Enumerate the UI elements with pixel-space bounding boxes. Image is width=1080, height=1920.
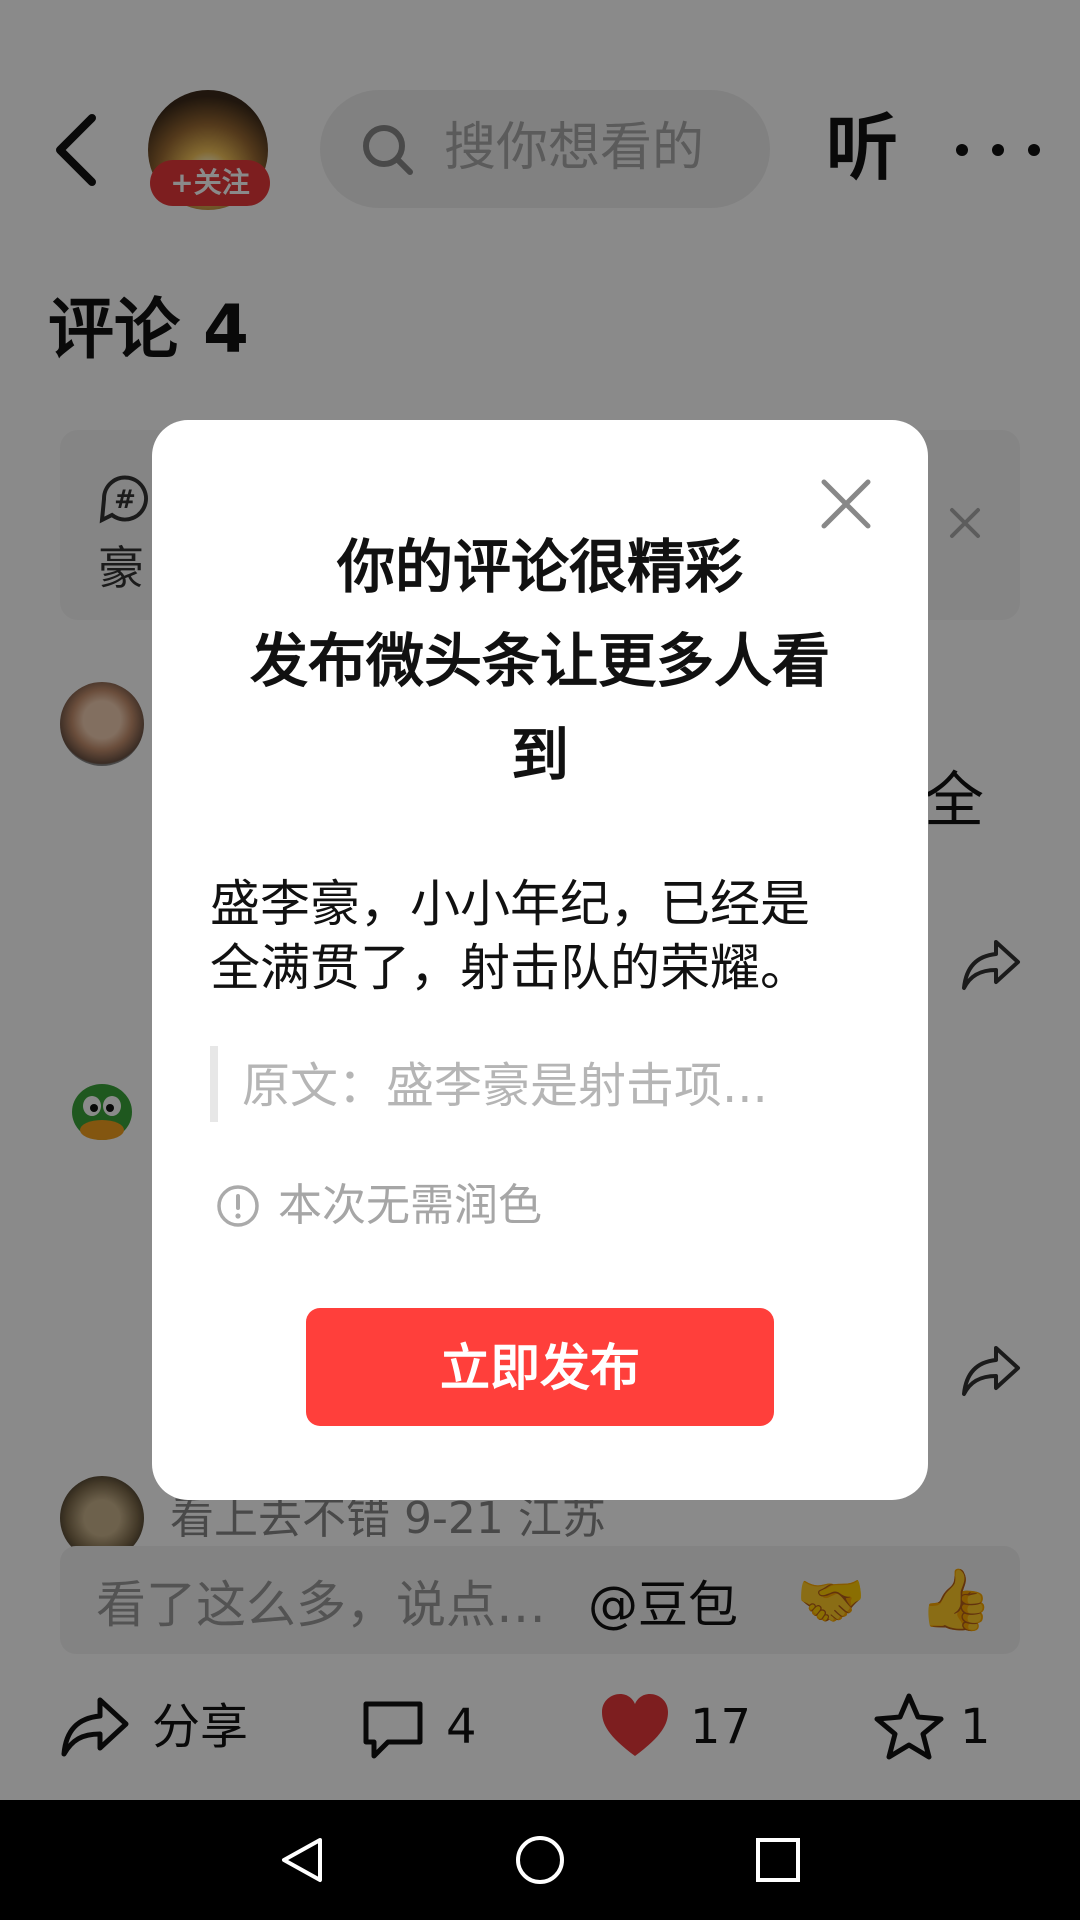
- modal-title: 你的评论很精彩 发布微头条让更多人看 到: [200, 520, 880, 802]
- quote-bar: [210, 1046, 218, 1122]
- modal-body-line2: 全满贯了，射击队的荣耀。: [210, 939, 810, 997]
- modal-title-line3: 到: [510, 721, 569, 789]
- modal-comment-text: 盛李豪，小小年纪，已经是 全满贯了，射击队的荣耀。: [210, 872, 870, 1000]
- modal-title-line2: 发布微头条让更多人看: [249, 627, 830, 695]
- nav-home-icon[interactable]: [514, 1834, 566, 1886]
- original-quote: 原文：盛李豪是射击项...: [242, 1058, 768, 1114]
- info-text: 本次无需润色: [278, 1180, 542, 1231]
- info-icon: [216, 1184, 260, 1228]
- publish-button[interactable]: 立即发布: [306, 1308, 774, 1426]
- nav-recent-apps-icon[interactable]: [752, 1834, 804, 1886]
- modal-body-line1: 盛李豪，小小年纪，已经是: [210, 875, 810, 933]
- nav-back-icon[interactable]: [276, 1834, 328, 1886]
- modal-title-line1: 你的评论很精彩: [336, 533, 743, 601]
